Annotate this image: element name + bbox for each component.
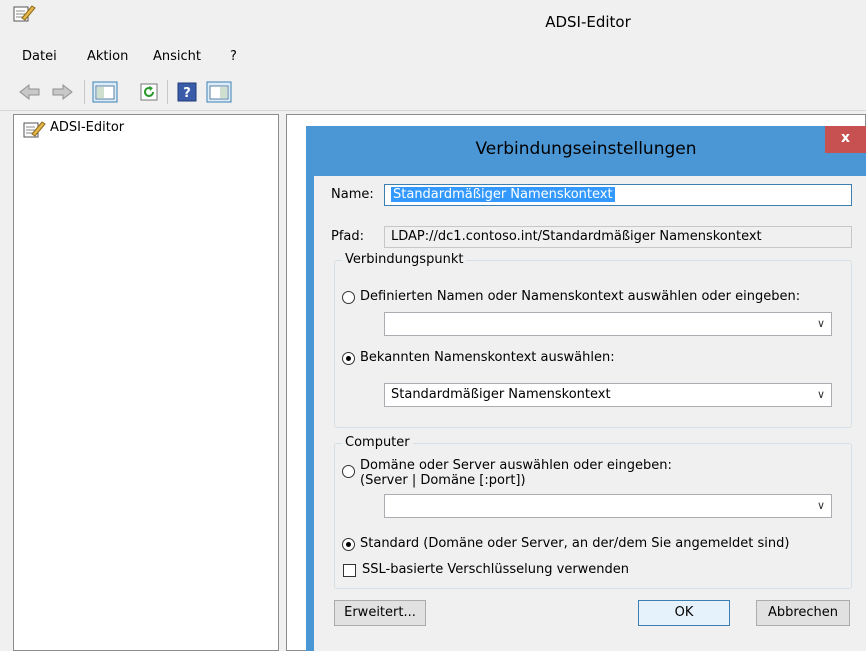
toolbar-divider xyxy=(84,80,85,104)
radio-default-server[interactable] xyxy=(342,538,355,551)
show-hide-action-pane-icon[interactable] xyxy=(206,81,232,103)
name-input-value: Standardmäßiger Namenskontext xyxy=(391,187,615,202)
forward-arrow-icon[interactable] xyxy=(50,81,74,103)
radio-domain-server-line2: (Server | Domäne [:port]) xyxy=(360,473,526,488)
radio-defined-name-label[interactable]: Definierten Namen oder Namenskontext aus… xyxy=(360,289,800,304)
radio-default-server-label[interactable]: Standard (Domäne oder Server, an der/dem… xyxy=(360,536,789,551)
menu-help[interactable]: ? xyxy=(230,49,237,64)
radio-known-context-label[interactable]: Bekannten Namenskontext auswählen: xyxy=(360,350,615,365)
window-title: ADSI-Editor xyxy=(545,13,631,31)
computer-title: Computer xyxy=(342,435,413,450)
show-hide-console-tree-icon[interactable] xyxy=(92,81,118,103)
ssl-checkbox-label[interactable]: SSL-basierte Verschlüsselung verwenden xyxy=(362,562,629,577)
ssl-checkbox[interactable] xyxy=(343,564,356,577)
dialog-title: Verbindungseinstellungen xyxy=(475,139,697,159)
svg-text:?: ? xyxy=(183,86,191,101)
back-arrow-icon[interactable] xyxy=(18,81,42,103)
domain-server-combobox[interactable]: ∨ xyxy=(384,494,832,518)
radio-known-context[interactable] xyxy=(342,352,355,365)
menu-datei[interactable]: Datei xyxy=(22,49,57,64)
connection-point-title: Verbindungspunkt xyxy=(342,252,467,267)
known-context-value: Standardmäßiger Namenskontext xyxy=(391,387,611,402)
menu-aktion[interactable]: Aktion xyxy=(87,49,128,64)
console-tree-pane[interactable] xyxy=(13,114,279,651)
radio-defined-name[interactable] xyxy=(342,291,355,304)
defined-name-combobox[interactable]: ∨ xyxy=(384,312,832,336)
chevron-down-icon[interactable]: ∨ xyxy=(817,313,825,335)
chevron-down-icon[interactable]: ∨ xyxy=(817,384,825,406)
path-field: LDAP://dc1.contoso.int/Standardmäßiger N… xyxy=(384,226,852,248)
toolbar xyxy=(0,74,866,111)
adsi-editor-node-icon xyxy=(23,121,46,138)
advanced-button[interactable]: Erweitert... xyxy=(334,600,426,626)
menu-ansicht[interactable]: Ansicht xyxy=(153,49,201,64)
path-label: Pfad: xyxy=(331,229,365,244)
menu-bar xyxy=(0,44,866,68)
chevron-down-icon[interactable]: ∨ xyxy=(817,495,825,517)
radio-domain-server-label[interactable]: Domäne oder Server auswählen oder eingeb… xyxy=(360,458,672,488)
name-input[interactable]: Standardmäßiger Namenskontext xyxy=(384,184,852,206)
radio-domain-server[interactable] xyxy=(342,465,355,478)
toolbar-divider xyxy=(167,80,168,104)
close-icon[interactable]: x xyxy=(825,126,866,153)
known-context-select[interactable]: Standardmäßiger Namenskontext ∨ xyxy=(384,383,832,407)
ok-button[interactable]: OK xyxy=(638,600,730,626)
name-label: Name: xyxy=(331,187,374,202)
radio-domain-server-line1: Domäne oder Server auswählen oder eingeb… xyxy=(360,458,672,473)
refresh-icon[interactable] xyxy=(138,81,160,103)
help-icon[interactable]: ? xyxy=(176,81,198,103)
cancel-button[interactable]: Abbrechen xyxy=(756,600,850,626)
tree-item-adsi-editor[interactable]: ADSI-Editor xyxy=(50,120,124,135)
